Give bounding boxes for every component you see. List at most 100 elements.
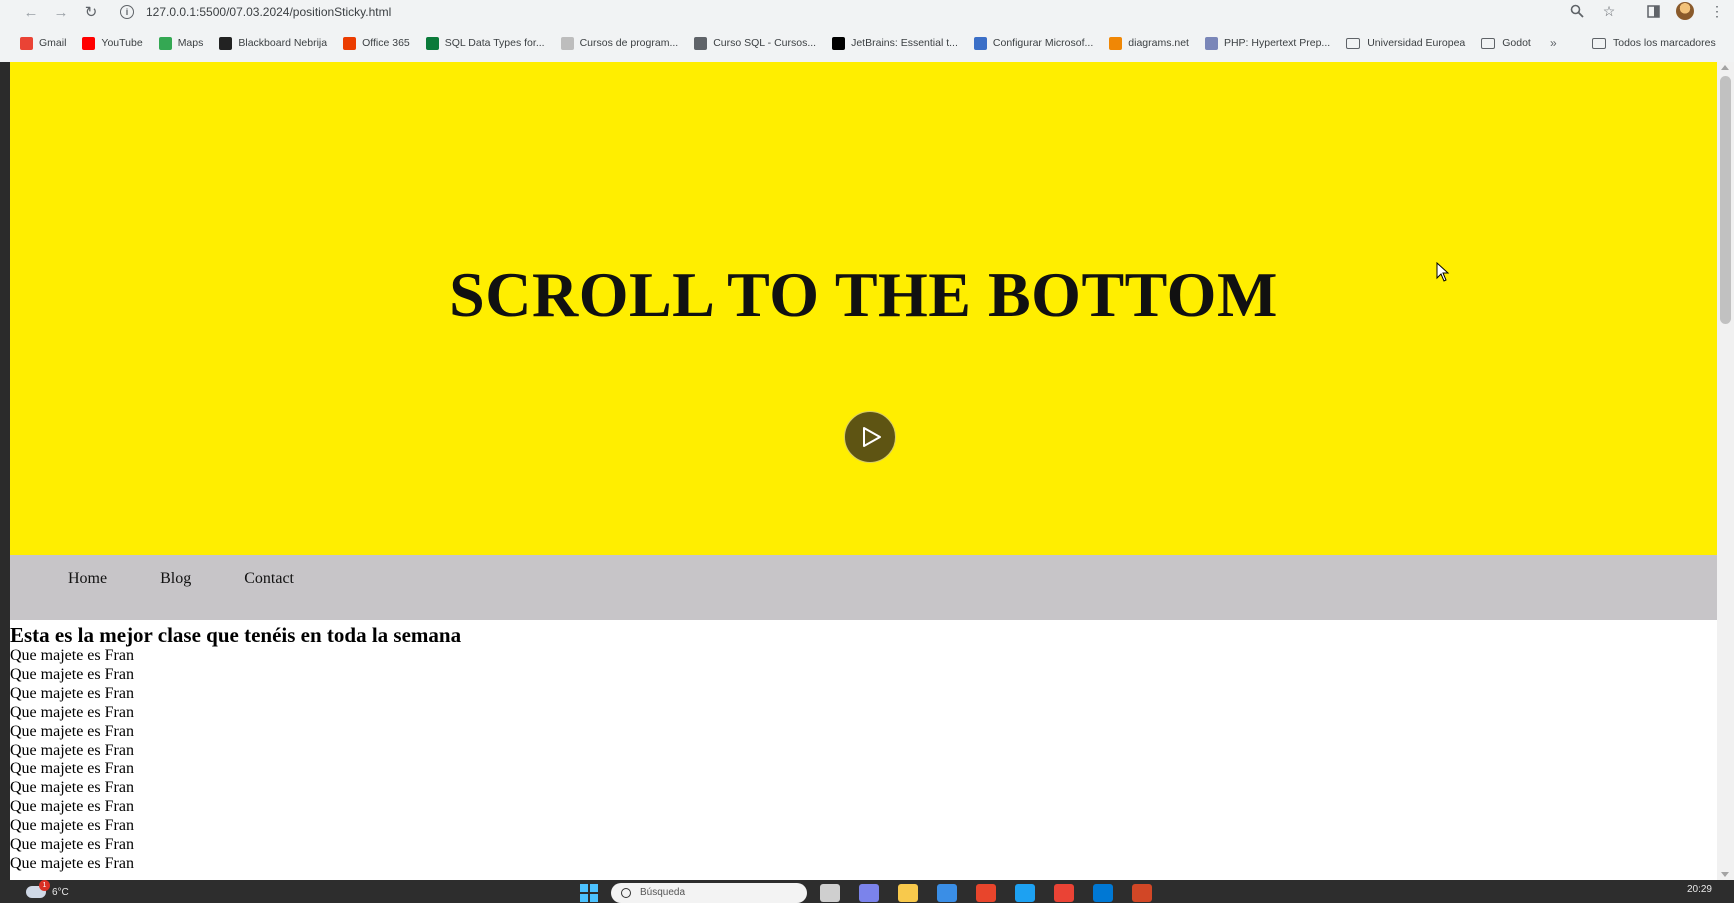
bookmark-favicon-icon <box>82 36 96 50</box>
taskbar-app-icon[interactable] <box>898 883 918 902</box>
content-line: Que majete es Fran <box>10 684 134 702</box>
bookmark-item[interactable]: YouTube <box>82 36 143 50</box>
vertical-scrollbar[interactable] <box>1717 62 1734 880</box>
content-lines: Que majete es Fran Que majete es Fran Que … <box>10 647 1717 874</box>
bookmark-label: Curso SQL - Cursos... <box>713 37 817 49</box>
bookmark-favicon-icon <box>1109 36 1123 50</box>
content-line: Que majete es Fran <box>10 647 134 664</box>
bookmark-item[interactable]: PHP: Hypertext Prep... <box>1204 36 1330 50</box>
bookmark-favicon-icon <box>219 36 233 50</box>
folder-icon <box>1481 37 1496 49</box>
bookmark-label: YouTube <box>101 37 143 49</box>
bookmark-favicon-icon <box>425 36 439 50</box>
bookmark-label: Configurar Microsof... <box>992 37 1094 49</box>
browser-chrome: ← → ↻ i 127.0.0.1:5500/07.03.2024/positi… <box>0 0 1734 62</box>
pinned-apps <box>820 883 1152 902</box>
taskbar-app-icon[interactable] <box>976 883 996 902</box>
weather-widget[interactable]: 1 6°C <box>26 880 69 901</box>
back-icon[interactable]: ← <box>16 1 46 23</box>
window-edge <box>0 62 10 880</box>
taskbar-app-icon[interactable] <box>1054 883 1074 902</box>
taskbar-apps: Búsqueda <box>580 882 1152 903</box>
bookmarks-bar: Gmail YouTube Maps Blackboard Nebrija Office… <box>0 32 1734 54</box>
bookmark-item[interactable]: Gmail <box>20 36 66 50</box>
play-icon <box>863 427 881 447</box>
browser-toolbar: ← → ↻ i 127.0.0.1:5500/07.03.2024/positi… <box>0 0 1734 24</box>
bookmark-item[interactable]: JetBrains: Essential t... <box>832 36 958 50</box>
profile-avatar[interactable] <box>1676 2 1694 20</box>
content-heading: Esta es la mejor clase que tenéis en tod… <box>10 623 462 647</box>
bookmark-label: Blackboard Nebrija <box>238 37 328 49</box>
windows-start-icon[interactable] <box>580 883 598 902</box>
address-bar-url[interactable]: 127.0.0.1:5500/07.03.2024/positionSticky… <box>146 5 391 19</box>
bookmark-item[interactable]: Curso SQL - Cursos... <box>694 36 817 50</box>
folder-icon <box>1346 37 1361 49</box>
content-line: Que majete es Fran <box>10 760 134 778</box>
scroll-down-arrow-icon[interactable] <box>1721 872 1729 877</box>
bookmark-folder-label: Godot <box>1502 37 1531 49</box>
content-line: Que majete es Fran <box>10 854 134 872</box>
bookmark-favicon-icon <box>1204 36 1218 50</box>
bookmark-label: Office 365 <box>362 37 410 49</box>
taskbar-app-icon[interactable] <box>937 883 957 902</box>
menu-kebab-icon[interactable]: ⋮ <box>1708 2 1726 20</box>
bookmark-folder[interactable]: Universidad Europea <box>1346 37 1465 49</box>
scrollbar-thumb[interactable] <box>1720 76 1731 324</box>
address-bar[interactable]: i 127.0.0.1:5500/07.03.2024/positionStic… <box>120 1 1570 23</box>
weather-cloud-icon: 1 <box>26 880 50 898</box>
notification-badge: 1 <box>39 880 50 891</box>
content-line: Que majete es Fran <box>10 722 134 740</box>
content-line: Que majete es Fran <box>10 703 134 721</box>
page-content: Esta es la mejor clase que tenéis en tod… <box>10 623 1717 874</box>
bookmark-item[interactable]: Cursos de program... <box>560 36 679 50</box>
site-info-icon[interactable]: i <box>120 5 134 19</box>
bookmark-item[interactable]: Office 365 <box>343 36 410 50</box>
bookmark-item[interactable]: Blackboard Nebrija <box>219 36 328 50</box>
taskbar-search-placeholder: Búsqueda <box>640 887 686 898</box>
windows-taskbar: 1 6°C Búsqueda 20:29 <box>0 880 1734 903</box>
bookmark-label: SQL Data Types for... <box>444 37 545 49</box>
bookmarks-overflow-icon[interactable]: » <box>1550 32 1557 54</box>
bookmark-item[interactable]: Maps <box>158 36 204 50</box>
content-line: Que majete es Fran <box>10 665 134 683</box>
bookmark-item[interactable]: SQL Data Types for... <box>425 36 545 50</box>
bookmark-star-icon[interactable]: ☆ <box>1600 2 1618 20</box>
content-line: Que majete es Fran <box>10 741 134 759</box>
bookmark-folder[interactable]: Godot <box>1481 37 1531 49</box>
bookmark-label: Maps <box>177 37 204 49</box>
mouse-cursor-icon <box>1436 262 1450 282</box>
nav-link-home[interactable]: Home <box>68 570 107 588</box>
bookmark-favicon-icon <box>343 36 357 50</box>
taskbar-search[interactable]: Búsqueda <box>611 882 807 903</box>
taskbar-app-icon[interactable] <box>1093 883 1113 902</box>
nav-link-contact[interactable]: Contact <box>244 570 294 588</box>
scroll-up-arrow-icon[interactable] <box>1721 65 1729 70</box>
bookmark-item[interactable]: Configurar Microsof... <box>973 36 1094 50</box>
taskbar-app-icon[interactable] <box>820 883 840 902</box>
zoom-icon[interactable] <box>1568 2 1586 20</box>
all-bookmarks-folder[interactable]: Todos los marcadores <box>1592 32 1716 54</box>
bookmark-favicon-icon <box>694 36 708 50</box>
bookmark-favicon-icon <box>832 36 846 50</box>
play-button[interactable] <box>844 411 896 463</box>
bookmark-item[interactable]: diagrams.net <box>1109 36 1189 50</box>
toolbar-actions: ☆ ⋮ <box>1568 0 1726 22</box>
search-icon <box>621 887 631 898</box>
bookmark-favicon-icon <box>560 36 574 50</box>
bookmark-folder-label: Universidad Europea <box>1367 37 1466 49</box>
side-panel-icon[interactable] <box>1644 2 1662 20</box>
reload-icon[interactable]: ↻ <box>76 1 106 23</box>
nav-link-blog[interactable]: Blog <box>160 570 191 588</box>
taskbar-app-icon[interactable] <box>1015 883 1035 902</box>
content-line: Que majete es Fran <box>10 798 134 816</box>
bookmark-favicon-icon <box>20 36 33 50</box>
forward-icon[interactable]: → <box>46 1 76 23</box>
taskbar-app-icon[interactable] <box>1132 883 1152 902</box>
bookmark-favicon-icon <box>158 36 172 50</box>
taskbar-app-icon[interactable] <box>859 883 879 902</box>
page-viewport: SCROLL TO THE BOTTOM Home Blog Contact Est… <box>10 62 1717 880</box>
bookmark-label: JetBrains: Essential t... <box>851 37 958 49</box>
weather-temperature: 6°C <box>52 886 69 898</box>
bookmark-label: Cursos de program... <box>579 37 679 49</box>
taskbar-clock: 20:29 <box>1686 884 1712 895</box>
